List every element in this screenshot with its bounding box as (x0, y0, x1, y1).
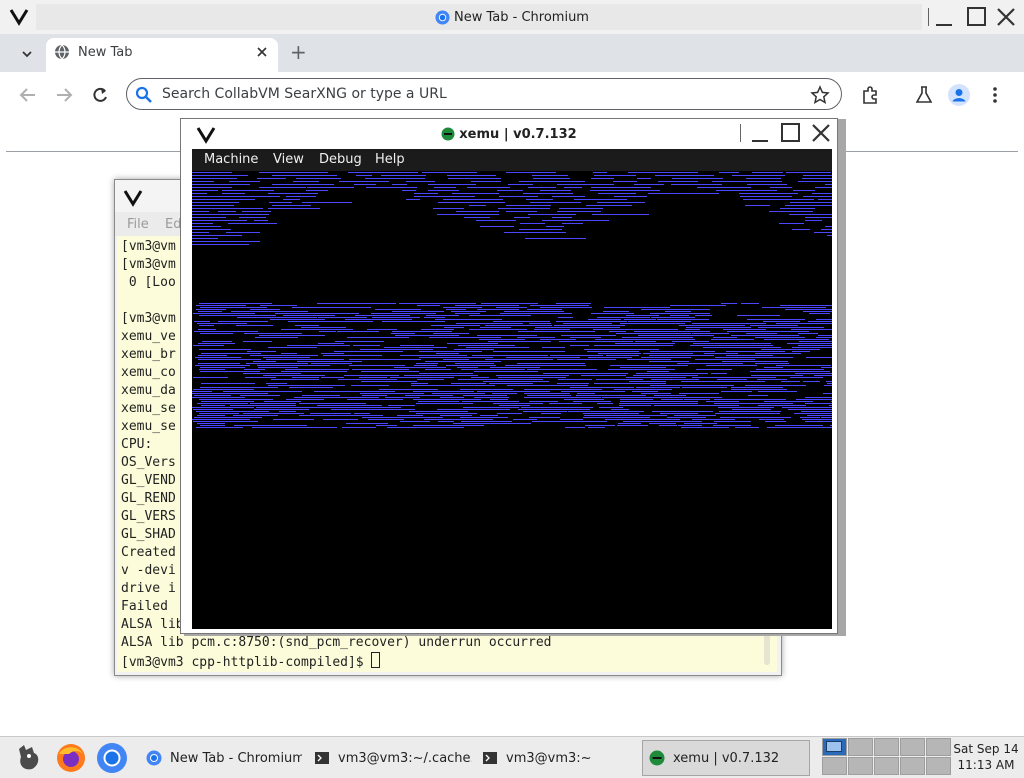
back-icon[interactable] (18, 86, 38, 104)
terminal-line: OS_Vers (121, 455, 176, 470)
xemu-emulator-display[interactable] (192, 171, 906, 629)
terminal-line: Created (121, 545, 176, 560)
terminal-line: ALSA lib (121, 617, 184, 632)
workspace-8[interactable] (874, 757, 899, 775)
xemu-title-text: xemu | v0.7.132 (459, 126, 577, 142)
terminal-line: [vm3@vm (121, 257, 176, 272)
chromium-icon (435, 9, 450, 25)
xemu-glitch-lines (192, 172, 906, 428)
labs-flask-icon[interactable] (914, 85, 934, 105)
terminal-line: v -devi (121, 563, 176, 578)
task-chromium[interactable]: New Tab - Chromium (140, 742, 302, 774)
workspace-5[interactable] (926, 738, 951, 756)
xemu-menu-machine[interactable]: Machine (204, 152, 258, 167)
terminal-line: [vm3@vm (121, 239, 176, 254)
terminal-icon (314, 750, 330, 766)
xemu-maximize-icon[interactable] (780, 123, 802, 143)
chromium-window-title: New Tab - Chromium (0, 0, 1024, 34)
terminal-line: GL_VERS (121, 509, 176, 524)
kebab-menu-icon[interactable] (990, 85, 1000, 105)
task-terminal-home[interactable]: vm3@vm3:~ (478, 742, 638, 774)
clock[interactable]: Sat Sep 14 11:13 AM (950, 741, 1022, 775)
task-label: vm3@vm3:~/.cache... (338, 750, 472, 766)
workspace-9[interactable] (900, 757, 925, 775)
new-tab-icon[interactable]: + (290, 40, 307, 64)
terminal-line: xemu_da (121, 383, 176, 398)
terminal-line: xemu_br (121, 347, 176, 362)
terminal-line: drive i (121, 581, 176, 596)
workspace-active-window (826, 741, 842, 752)
maximize-icon[interactable] (966, 7, 988, 27)
task-label: New Tab - Chromium (170, 750, 302, 766)
task-xemu[interactable]: xemu | v0.7.132 (642, 740, 810, 776)
terminal-prompt: [vm3@vm3 cpp-httplib-compiled]$ (121, 655, 372, 670)
terminal-line: Failed (121, 599, 176, 614)
terminal-line: 0 [Loo (121, 275, 176, 290)
xemu-minimize-icon[interactable] (739, 124, 770, 144)
globe-icon (54, 44, 70, 60)
xemu-menu-view[interactable]: View (273, 152, 304, 167)
terminal-line: xemu_co (121, 365, 176, 380)
search-icon (135, 86, 153, 104)
omnibox-input[interactable]: Search CollabVM SearXNG or type a URL (162, 86, 447, 102)
chromium-icon[interactable] (96, 742, 128, 774)
terminal-window-menu-icon[interactable] (122, 186, 144, 208)
xemu-menu-debug[interactable]: Debug (319, 152, 362, 167)
bookmark-star-icon[interactable] (810, 85, 830, 105)
task-label: vm3@vm3:~ (506, 750, 592, 766)
workspace-10[interactable] (926, 757, 951, 775)
workspace-6[interactable] (822, 757, 847, 775)
workspace-4[interactable] (900, 738, 925, 756)
terminal-line: GL_VEND (121, 473, 176, 488)
clock-time: 11:13 AM (957, 758, 1015, 772)
terminal-line: GL_SHAD (121, 527, 176, 542)
terminal-icon (482, 750, 498, 766)
workspace-3[interactable] (874, 738, 899, 756)
workspace-7[interactable] (848, 757, 873, 775)
close-icon[interactable] (995, 6, 1017, 28)
workspace-2[interactable] (848, 738, 873, 756)
task-label: xemu | v0.7.132 (673, 750, 780, 766)
terminal-line: GL_REND (121, 491, 176, 506)
xemu-icon (441, 127, 455, 141)
chromium-icon (146, 750, 162, 766)
gimp-icon[interactable] (14, 741, 44, 773)
forward-icon[interactable] (54, 86, 74, 104)
xemu-icon (649, 750, 665, 766)
terminal-line: CPU: (121, 437, 153, 452)
workspace-pager[interactable] (822, 738, 951, 776)
firefox-icon[interactable] (55, 742, 87, 774)
reload-icon[interactable] (90, 86, 110, 104)
terminal-line: xemu_ve (121, 329, 176, 344)
xemu-close-icon[interactable] (810, 122, 832, 144)
terminal-line: ALSA lib pcm.c:8750:(snd_pcm_recover) un… (121, 635, 552, 650)
minimize-icon[interactable] (927, 8, 958, 28)
task-terminal-cache[interactable]: vm3@vm3:~/.cache... (310, 742, 472, 774)
tab-title: New Tab (78, 45, 133, 60)
terminal-line: [vm3@vm (121, 311, 176, 326)
terminal-line: xemu_se (121, 401, 176, 416)
terminal-menu-edit[interactable]: Ed (165, 217, 181, 232)
terminal-cursor (371, 652, 381, 668)
chromium-title-text: New Tab - Chromium (454, 9, 589, 25)
tab-close-icon[interactable] (254, 44, 270, 60)
profile-icon[interactable] (948, 84, 970, 106)
extensions-icon[interactable] (860, 85, 880, 105)
xemu-menu-help[interactable]: Help (375, 152, 405, 167)
terminal-line: xemu_se (121, 419, 176, 434)
clock-date: Sat Sep 14 (953, 742, 1019, 756)
terminal-menu-file[interactable]: File (127, 217, 149, 232)
tab-list-icon[interactable] (17, 44, 37, 64)
xemu-window-title: xemu | v0.7.132 (181, 119, 837, 149)
